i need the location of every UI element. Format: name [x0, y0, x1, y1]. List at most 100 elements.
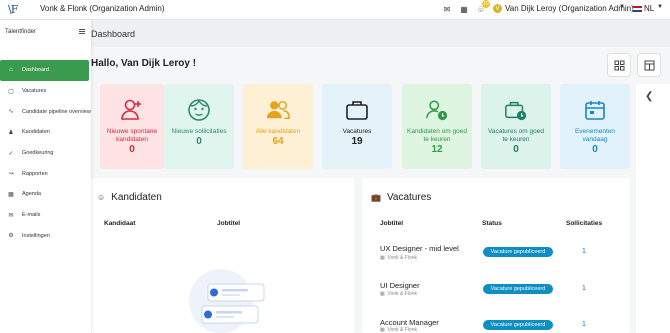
app-logo[interactable]: \F [8, 3, 18, 16]
organization-title: Vonk & Flonk (Organization Admin) [40, 4, 165, 13]
applications-count[interactable]: 1 [582, 321, 586, 328]
calendar-icon[interactable]: ▦ [459, 4, 469, 14]
sidebar-item-goedkeuring[interactable]: ✓ Goedkeuring [0, 143, 91, 164]
card-label: Alle kandidaten [255, 128, 301, 135]
home-icon: ⌂ [9, 67, 13, 74]
sidebar-item-label: Kandidaten [22, 129, 50, 136]
status-badge: Vacature gepubliceerd [483, 284, 553, 294]
column-header[interactable]: Kandidaat [104, 220, 135, 227]
card-value: 12 [431, 144, 443, 155]
candidates-panel: ☺ Kandidaten Kandidaat Jobtitel [91, 178, 354, 333]
check-icon: ✓ [8, 150, 14, 157]
users-icon [266, 98, 290, 122]
greeting: Hallo, Van Dijk Leroy ! [91, 58, 197, 69]
user-menu[interactable]: Van Dijk Leroy (Organization Admin) [505, 4, 634, 13]
card-new-spontaneous-candidates[interactable]: Nieuwe spontane kandidaten 0 [100, 84, 164, 169]
sidebar-item-emails[interactable]: ✉ E-mails [0, 205, 91, 226]
chevron-down-icon[interactable]: ▼ [657, 4, 663, 10]
applications-count[interactable]: 1 [582, 248, 586, 255]
column-header[interactable]: Status [482, 220, 502, 227]
pipeline-icon: ∿ [8, 109, 14, 116]
card-vacancies-to-approve[interactable]: Vacatures om goed te keuren 0 [481, 84, 551, 169]
calendar-icon: ▦ [8, 191, 14, 198]
status-badge: Vacature gepubliceerd [483, 247, 553, 257]
card-label: Evenementen vandaag [574, 128, 616, 143]
page-title: Dashboard [91, 29, 136, 39]
card-label: Nieuwe sollicitaties [171, 128, 227, 135]
sidebar-item-label: E-mails [22, 212, 41, 219]
vacancy-company: ▦ Vonk & Flonk [380, 327, 417, 333]
gear-icon: ⚙ [8, 233, 14, 240]
user-clock-icon [425, 98, 449, 122]
sidebar-item-label: Rapporten [22, 170, 48, 177]
avatar[interactable]: V [493, 4, 502, 13]
chevron-left-icon[interactable]: ❮ [645, 91, 653, 102]
column-header[interactable]: Sollicitaties [566, 220, 602, 227]
vacancy-title[interactable]: UI Designer [380, 281, 420, 290]
hamburger-icon[interactable] [79, 29, 85, 34]
card-label: Vacatures [342, 128, 372, 135]
sidebar-item-rapporten[interactable]: ↝ Rapporten [0, 163, 91, 184]
vacancy-company: ▦ Vonk & Flonk [380, 255, 417, 261]
chevron-down-icon[interactable]: ▼ [619, 4, 625, 10]
vacancy-company: ▦ Vonk & Flonk [380, 291, 417, 297]
card-value: 19 [351, 136, 363, 147]
grid-icon [614, 60, 624, 70]
sidebar-item-instellingen[interactable]: ⚙ Instellingen [0, 226, 91, 247]
column-header[interactable]: Jobtitel [380, 220, 403, 227]
card-new-applications[interactable]: Nieuwe sollicitaties 0 [164, 84, 234, 169]
candidates-title: Kandidaten [111, 192, 162, 203]
applications-count[interactable]: 1 [582, 285, 586, 292]
briefcase-icon: 💼 [371, 193, 381, 202]
face-icon [187, 98, 211, 122]
briefcase-icon [345, 98, 369, 122]
empty-state-illustration [189, 269, 265, 333]
briefcase-clock-icon [504, 98, 528, 122]
card-value: 0 [196, 136, 202, 147]
card-vacancies[interactable]: Vacatures 19 [322, 84, 392, 169]
chart-icon: ↝ [8, 171, 14, 178]
table-icon [644, 60, 654, 70]
card-value: 0 [513, 144, 519, 155]
status-badge: Vacature gepubliceerd [483, 320, 553, 330]
card-value: 0 [592, 144, 598, 155]
sidebar: Talentfinder ⌂ Dashboard ▢ Vacatures ∿ C… [0, 20, 91, 333]
sidebar-item-label: Dashboard [22, 67, 49, 74]
vacancy-title[interactable]: UX Designer - mid level [380, 244, 459, 253]
card-label: Vacatures om goed te keuren [488, 128, 544, 143]
users-icon: ♟ [8, 129, 14, 136]
sidebar-nav: ⌂ Dashboard ▢ Vacatures ∿ Candidate pipe… [0, 60, 91, 246]
table-view-button[interactable] [637, 53, 661, 77]
side-panel [636, 84, 670, 333]
card-value: 64 [272, 136, 284, 147]
card-label: Nieuwe spontane kandidaten [106, 128, 158, 143]
sidebar-item-kandidaten[interactable]: ♟ Kandidaten [0, 122, 91, 143]
sidebar-item-dashboard[interactable]: ⌂ Dashboard [0, 60, 89, 81]
mail-icon[interactable]: ✉ [442, 4, 452, 14]
sidebar-item-vacatures[interactable]: ▢ Vacatures [0, 81, 91, 102]
sidebar-brand: Talentfinder [5, 29, 37, 35]
grid-view-button[interactable] [607, 53, 631, 77]
face-icon: ☺ [97, 193, 106, 202]
card-candidates-to-approve[interactable]: Kandidaten om goed te keuren 12 [402, 84, 472, 169]
sidebar-item-label: Goedkeuring [22, 150, 54, 157]
mail-icon: ✉ [8, 212, 14, 219]
card-label: Kandidaten om goed te keuren [407, 128, 467, 143]
sidebar-item-label: Instellingen [22, 232, 50, 239]
user-plus-icon [120, 98, 144, 122]
flag-icon[interactable] [633, 6, 642, 12]
card-all-candidates[interactable]: Alle kandidaten 64 [243, 84, 313, 169]
card-events-today[interactable]: Evenementen vandaag 0 [560, 84, 630, 169]
notification-badge: 10 [482, 0, 490, 8]
language-selector[interactable]: NL [644, 4, 654, 13]
top-bar: \F Vonk & Flonk (Organization Admin) ✉ ▦… [0, 0, 670, 20]
calendar-icon [583, 98, 607, 122]
sidebar-item-label: Vacatures [22, 88, 47, 95]
panel-title: 💼 Vacatures [371, 192, 431, 203]
column-header[interactable]: Jobtitel [217, 220, 240, 227]
sidebar-item-agenda[interactable]: ▦ Agenda [0, 184, 91, 205]
vacancy-title[interactable]: Account Manager [380, 318, 439, 327]
card-value: 0 [129, 144, 135, 155]
briefcase-icon: ▢ [8, 88, 14, 95]
sidebar-item-candidate-pipeline[interactable]: ∿ Candidate pipeline overview [0, 101, 91, 122]
